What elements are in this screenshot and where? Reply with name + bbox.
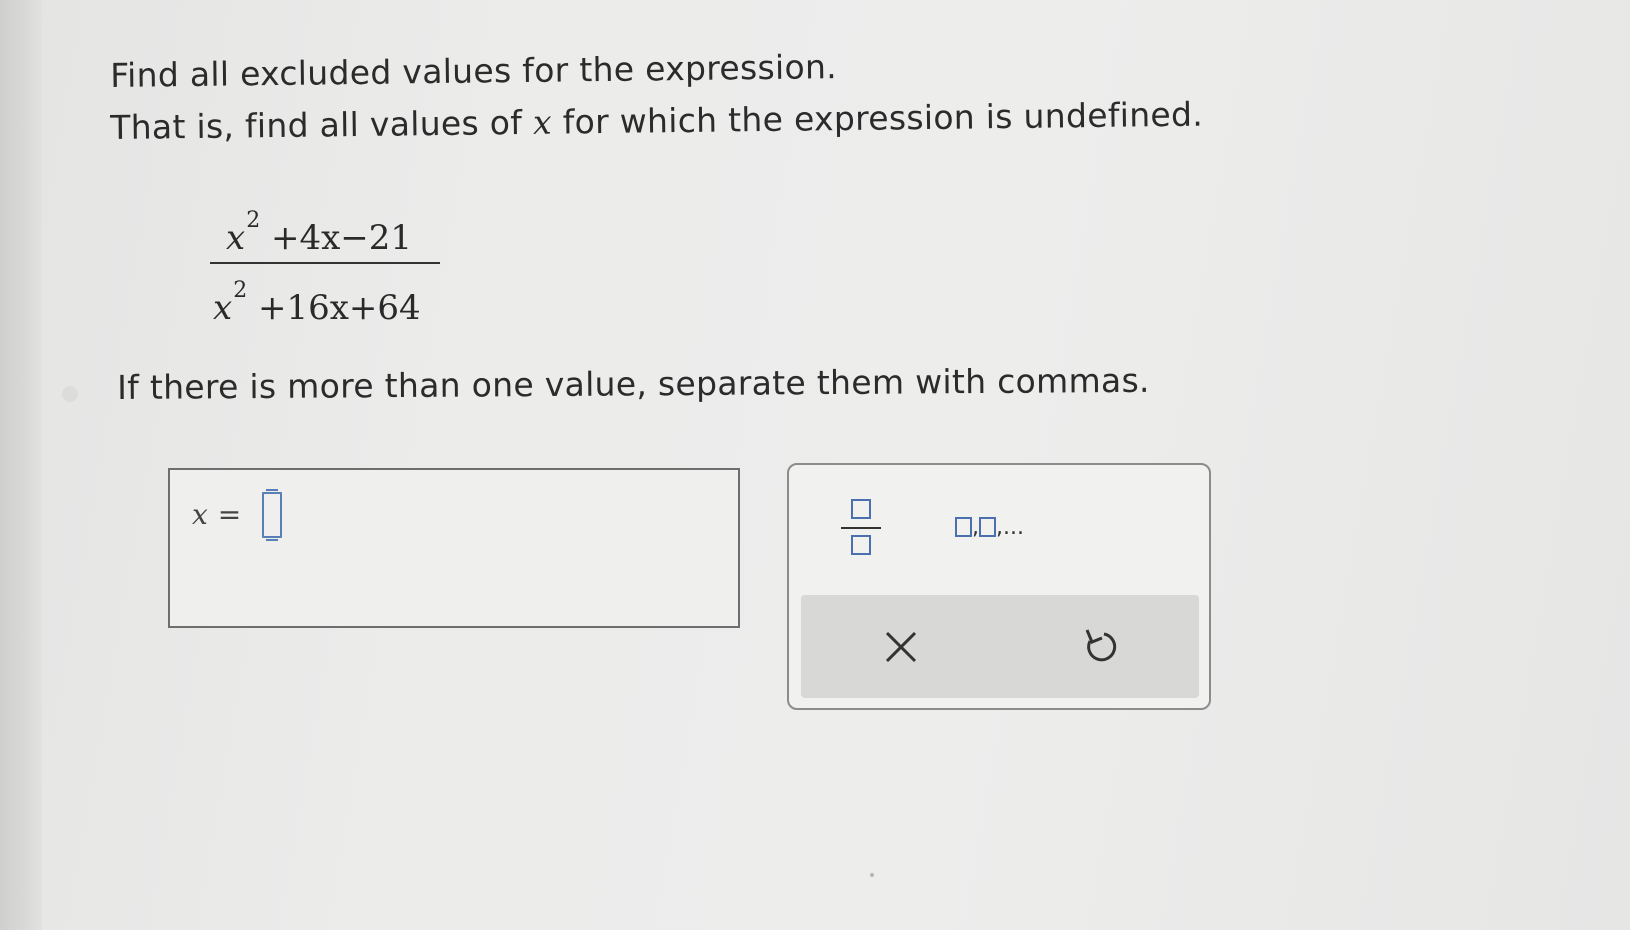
list-slot-icon bbox=[955, 517, 972, 537]
answer-label: x = bbox=[192, 498, 241, 531]
instruction-text: If there is more than one value, separat… bbox=[117, 360, 1150, 407]
rational-expression: x2 +4x−21 x2 +16x+64 bbox=[208, 200, 440, 330]
list-slot-icon bbox=[979, 517, 996, 537]
action-bar bbox=[801, 595, 1199, 698]
denominator-exponent: 2 bbox=[233, 278, 248, 303]
undo-icon bbox=[1085, 629, 1117, 662]
question-line-2: That is, find all values of x for which … bbox=[110, 95, 1203, 147]
question-line-2-prefix: That is, find all values of bbox=[110, 102, 534, 147]
list-template-button[interactable]: ,,... bbox=[955, 515, 1024, 540]
answer-area[interactable]: x = bbox=[168, 468, 740, 628]
fraction-bar bbox=[210, 262, 440, 264]
undo-button[interactable] bbox=[1069, 623, 1129, 673]
numerator-variable: x bbox=[226, 218, 246, 258]
numerator-slot-icon bbox=[851, 499, 871, 519]
equals-sign: = bbox=[217, 498, 242, 531]
close-icon bbox=[885, 631, 917, 663]
denominator-terms: +16x+64 bbox=[247, 288, 421, 328]
denominator-variable: x bbox=[213, 288, 233, 328]
question-line-2-suffix: for which the expression is undefined. bbox=[551, 94, 1204, 142]
question-line-1: Find all excluded values for the express… bbox=[110, 47, 838, 95]
left-edge-shadow bbox=[0, 0, 42, 930]
bullet-dot bbox=[62, 386, 78, 402]
expression-numerator: x2 +4x−21 bbox=[226, 208, 413, 258]
answer-variable: x bbox=[192, 498, 208, 531]
numerator-terms: +4x−21 bbox=[260, 218, 413, 258]
variable-x: x bbox=[532, 102, 553, 142]
denominator-slot-icon bbox=[851, 535, 871, 555]
numerator-exponent: 2 bbox=[246, 208, 261, 233]
expression-denominator: x2 +16x+64 bbox=[213, 278, 421, 328]
fraction-bar-icon bbox=[841, 527, 881, 529]
math-toolbox: ,,... bbox=[787, 463, 1211, 710]
fraction-template-button[interactable] bbox=[839, 499, 883, 565]
answer-input[interactable] bbox=[262, 489, 282, 541]
speck bbox=[870, 873, 874, 877]
clear-button[interactable] bbox=[871, 623, 931, 673]
list-ellipsis: ,... bbox=[996, 515, 1024, 540]
